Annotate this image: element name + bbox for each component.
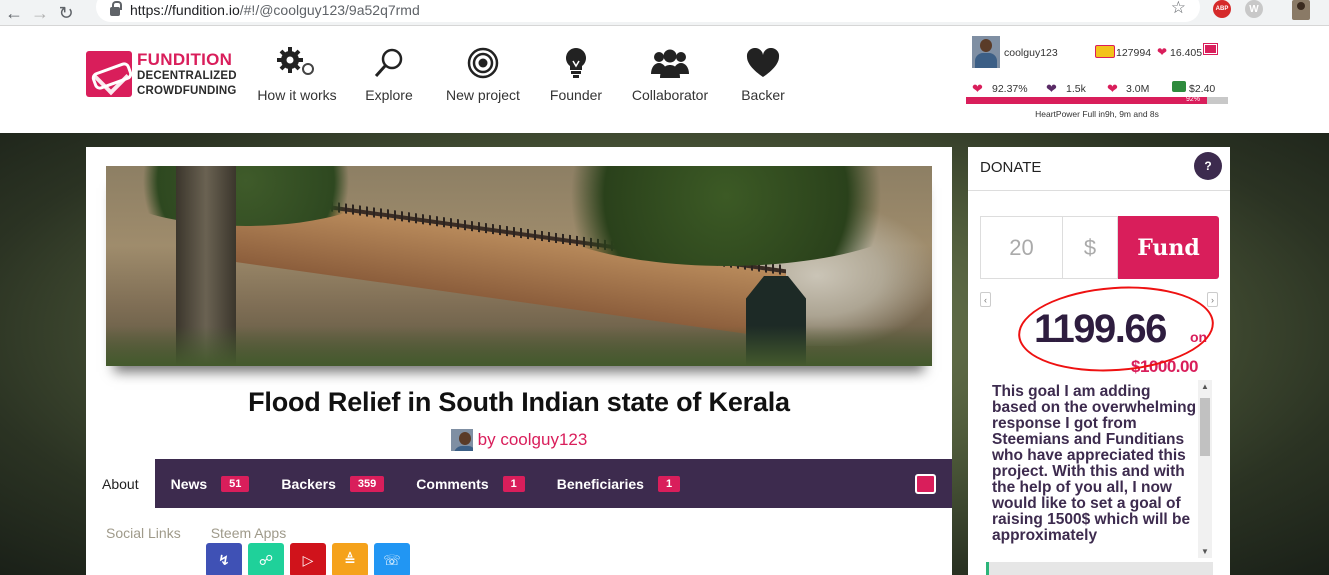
tab-about[interactable]: About bbox=[86, 459, 155, 508]
nav-collaborator[interactable]: Collaborator bbox=[630, 45, 710, 103]
nav-new-project[interactable]: New project bbox=[444, 45, 522, 103]
followers-value: 1.5k bbox=[1066, 83, 1086, 95]
wordpress-extension-icon[interactable]: W bbox=[1245, 0, 1263, 18]
user-panel: coolguy123 127994 ❤ 16.405 ❤ 92.37% ❤ 1.… bbox=[966, 33, 1228, 123]
beneficiaries-count-badge: 1 bbox=[657, 475, 681, 492]
heart-icon bbox=[746, 45, 780, 81]
steem-apps-label[interactable]: Steem Apps bbox=[211, 525, 287, 541]
social-links-label[interactable]: Social Links bbox=[106, 525, 181, 541]
lightbulb-icon bbox=[564, 45, 588, 81]
donate-panel: DONATE ? 20 $ Fund ‹ › 1199.66 on $1000.… bbox=[968, 147, 1230, 575]
tab-backers[interactable]: Backers 359 bbox=[265, 459, 400, 508]
power-value: 3.0M bbox=[1126, 83, 1150, 95]
gift-icon bbox=[1203, 43, 1218, 55]
handshake-logo-icon bbox=[86, 51, 132, 97]
prev-goal-arrow-icon[interactable]: ‹ bbox=[980, 292, 991, 307]
site-header: FUNDITION DECENTRALIZED CROWDFUNDING How… bbox=[0, 27, 1329, 133]
project-title: Flood Relief in South Indian state of Ke… bbox=[248, 387, 790, 417]
magnifier-icon bbox=[373, 45, 405, 81]
nav-backer[interactable]: Backer bbox=[740, 45, 786, 103]
dlive-icon[interactable]: ≜ bbox=[332, 543, 368, 575]
browser-toolbar: ← → ↻ https://fundition.io/#!/@coolguy12… bbox=[0, 0, 1329, 26]
heart-small-icon: ❤ bbox=[1157, 45, 1168, 59]
backers-count-badge: 359 bbox=[349, 475, 385, 492]
coin-chest-icon bbox=[1095, 45, 1115, 58]
address-bar[interactable]: https://fundition.io/#!/@coolguy123/9a52… bbox=[96, 0, 1200, 22]
goal-description: This goal I am adding based on the overw… bbox=[992, 384, 1197, 544]
project-card: Flood Relief in South Indian state of Ke… bbox=[86, 147, 952, 575]
forward-icon[interactable]: → bbox=[28, 3, 52, 23]
heartpower-text: HeartPower Full in9h, 9m and 8s bbox=[1035, 109, 1159, 119]
project-banner-image bbox=[106, 166, 932, 366]
description-scrollbar[interactable]: ▲ ▼ bbox=[1198, 380, 1212, 558]
user-avatar[interactable] bbox=[972, 36, 1000, 68]
fund-button[interactable]: Fund bbox=[1118, 216, 1219, 279]
bolt-icon[interactable]: ↯ bbox=[206, 543, 242, 575]
target-icon bbox=[467, 45, 499, 81]
help-button[interactable]: ? bbox=[1194, 152, 1222, 180]
fundition-handshake-icon[interactable] bbox=[915, 474, 936, 494]
tab-beneficiaries[interactable]: Beneficiaries 1 bbox=[541, 459, 696, 508]
steem-apps-row: ↯ ☍ ▷ ≜ ☏ bbox=[206, 543, 416, 575]
scroll-down-icon[interactable]: ▼ bbox=[1201, 547, 1209, 556]
username[interactable]: coolguy123 bbox=[1004, 47, 1058, 59]
power-heart-icon: ❤ bbox=[1107, 81, 1118, 96]
reputation-value: 92.37% bbox=[992, 83, 1028, 95]
donate-header: DONATE ? bbox=[968, 147, 1230, 191]
logo-subtitle-1: DECENTRALIZED bbox=[137, 70, 237, 82]
busy-icon[interactable]: ☍ bbox=[248, 543, 284, 575]
tab-comments[interactable]: Comments 1 bbox=[400, 459, 540, 508]
coin-count: 127994 bbox=[1116, 47, 1152, 59]
scroll-thumb[interactable] bbox=[1200, 398, 1210, 456]
fundition-logo[interactable]: FUNDITION DECENTRALIZED CROWDFUNDING bbox=[86, 51, 237, 97]
heart-count: 16.405 bbox=[1170, 47, 1203, 59]
author-avatar bbox=[450, 429, 473, 451]
wallet-value: $2.40 bbox=[1189, 83, 1216, 95]
back-icon[interactable]: ← bbox=[2, 3, 26, 23]
adblock-extension-icon[interactable]: ABP bbox=[1213, 0, 1231, 18]
donate-amount-input[interactable]: 20 bbox=[980, 216, 1062, 279]
logo-title: FUNDITION bbox=[137, 50, 233, 69]
next-goal-arrow-icon[interactable]: › bbox=[1207, 292, 1218, 307]
nav-explore[interactable]: Explore bbox=[362, 45, 416, 103]
dtube-icon[interactable]: ▷ bbox=[290, 543, 326, 575]
followers-icon: ❤ bbox=[1046, 81, 1057, 96]
nav-how-it-works[interactable]: How it works bbox=[256, 45, 338, 103]
heartpower-bar: 92% bbox=[966, 96, 1228, 104]
nav-founder[interactable]: Founder bbox=[548, 45, 604, 103]
project-tabs: About News 51 Backers 359 Comments 1 Benefi… bbox=[86, 459, 952, 508]
lock-icon bbox=[110, 0, 122, 16]
reload-icon[interactable]: ↻ bbox=[54, 3, 78, 23]
about-subtabs: Social Links Steem Apps bbox=[106, 525, 316, 541]
steemit-icon[interactable]: ☏ bbox=[374, 543, 410, 575]
comments-count-badge: 1 bbox=[502, 475, 525, 492]
reputation-icon: ❤ bbox=[972, 81, 983, 96]
group-icon bbox=[650, 45, 690, 81]
logo-subtitle-2: CROWDFUNDING bbox=[137, 84, 237, 97]
money-icon bbox=[1172, 81, 1186, 92]
profile-avatar-icon[interactable] bbox=[1292, 0, 1310, 20]
donate-title: DONATE bbox=[980, 159, 1042, 176]
author-link[interactable]: by coolguy123 bbox=[478, 430, 588, 450]
url-text: https://fundition.io/#!/@coolguy123/9a52… bbox=[130, 2, 420, 18]
news-count-badge: 51 bbox=[221, 475, 250, 492]
gears-icon bbox=[276, 45, 318, 81]
scroll-up-icon[interactable]: ▲ bbox=[1201, 382, 1209, 391]
goal-progress-bar bbox=[986, 562, 1213, 575]
tab-news[interactable]: News 51 bbox=[155, 459, 266, 508]
bookmark-star-icon[interactable]: ☆ bbox=[1171, 0, 1186, 18]
currency-selector[interactable]: $ bbox=[1062, 216, 1118, 279]
project-author[interactable]: by coolguy123 bbox=[86, 429, 952, 451]
